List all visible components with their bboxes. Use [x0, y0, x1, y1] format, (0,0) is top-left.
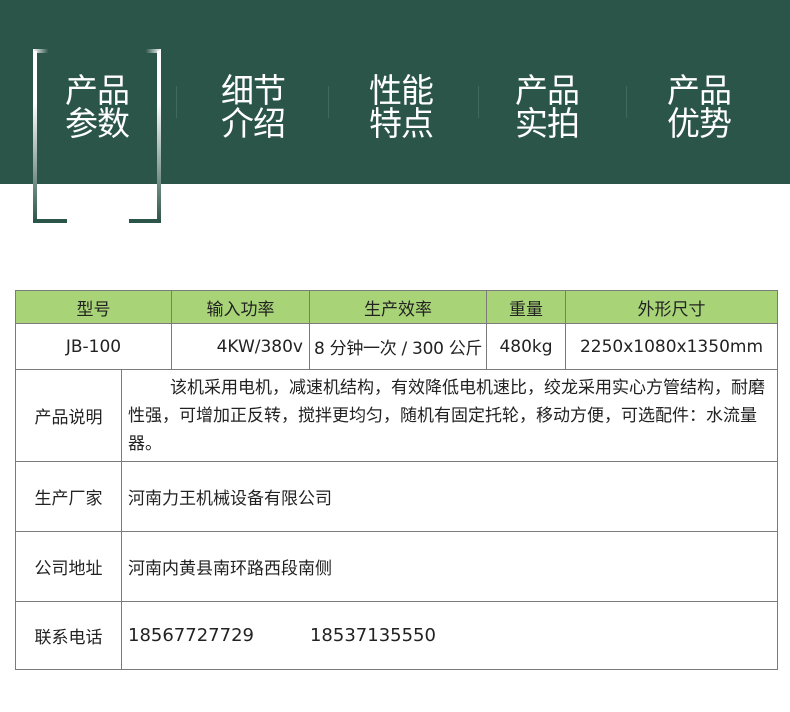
value-model: JB-100	[15, 323, 172, 370]
col-header-model: 型号	[15, 290, 172, 324]
tab-label-line2: 实拍	[515, 104, 580, 143]
tab-label-line2: 介绍	[221, 104, 286, 143]
tab-label-line2: 参数	[65, 104, 130, 143]
manufacturer-label: 生产厂家	[15, 461, 122, 532]
address-value: 河南内黄县南环路西段南侧	[121, 531, 778, 602]
nav-divider	[478, 86, 479, 118]
active-tab-frame-top	[33, 49, 161, 53]
spec-value-row: JB-100 4KW/380v 8 分钟一次 / 300 公斤 480kg 22…	[15, 323, 778, 370]
col-header-dimensions: 外形尺寸	[565, 290, 778, 324]
manufacturer-row: 生产厂家 河南力王机械设备有限公司	[15, 461, 778, 532]
spec-header-row: 型号 输入功率 生产效率 重量 外形尺寸	[15, 290, 778, 324]
phone-row: 联系电话 18567727729 18537135550	[15, 601, 778, 670]
col-header-weight: 重量	[486, 290, 566, 324]
description-text: 该机采用电机，减速机结构，有效降低电机速比，绞龙采用实心方管结构，耐磨性强，可增…	[128, 377, 765, 454]
nav-divider	[176, 86, 177, 118]
nav-divider	[328, 86, 329, 118]
active-tab-frame-bottom-left	[33, 219, 67, 223]
tab-label-line1: 产品	[515, 71, 580, 110]
tab-label-line1: 产品	[65, 71, 130, 110]
phone-cell: 18567727729 18537135550	[121, 601, 778, 670]
phone-number-2[interactable]: 18537135550	[310, 625, 436, 646]
tab-product-params[interactable]: 产品 参数	[42, 74, 152, 140]
manufacturer-value: 河南力王机械设备有限公司	[121, 461, 778, 532]
active-tab-frame-right	[157, 51, 161, 223]
tab-label-line2: 特点	[369, 104, 434, 143]
spec-table: 型号 输入功率 生产效率 重量 外形尺寸 JB-100 4KW/380v 8 分…	[15, 290, 778, 670]
address-row: 公司地址 河南内黄县南环路西段南侧	[15, 531, 778, 602]
tab-product-advantages[interactable]: 产品 优势	[644, 74, 754, 140]
active-tab-frame-bottom-right	[129, 219, 161, 223]
col-header-power: 输入功率	[171, 290, 310, 324]
description-label: 产品说明	[15, 369, 122, 462]
col-header-efficiency: 生产效率	[309, 290, 487, 324]
description-row: 产品说明 该机采用电机，减速机结构，有效降低电机速比，绞龙采用实心方管结构，耐磨…	[15, 369, 778, 462]
tab-label-line1: 产品	[667, 71, 732, 110]
tab-label-line2: 优势	[667, 104, 732, 143]
tab-label-line1: 性能	[369, 71, 434, 110]
tab-detail-intro[interactable]: 细节 介绍	[198, 74, 308, 140]
tab-performance[interactable]: 性能 特点	[346, 74, 456, 140]
value-dimensions: 2250x1080x1350mm	[565, 323, 778, 370]
description-cell: 该机采用电机，减速机结构，有效降低电机速比，绞龙采用实心方管结构，耐磨性强，可增…	[121, 369, 778, 462]
phone-number-1[interactable]: 18567727729	[128, 625, 254, 646]
phone-label: 联系电话	[15, 601, 122, 670]
active-tab-frame-left	[33, 51, 37, 223]
tab-product-photos[interactable]: 产品 实拍	[492, 74, 602, 140]
tab-label-line1: 细节	[221, 71, 286, 110]
value-power: 4KW/380v	[171, 323, 310, 370]
value-weight: 480kg	[486, 323, 566, 370]
value-efficiency: 8 分钟一次 / 300 公斤	[309, 323, 487, 370]
nav-divider	[626, 86, 627, 118]
address-label: 公司地址	[15, 531, 122, 602]
